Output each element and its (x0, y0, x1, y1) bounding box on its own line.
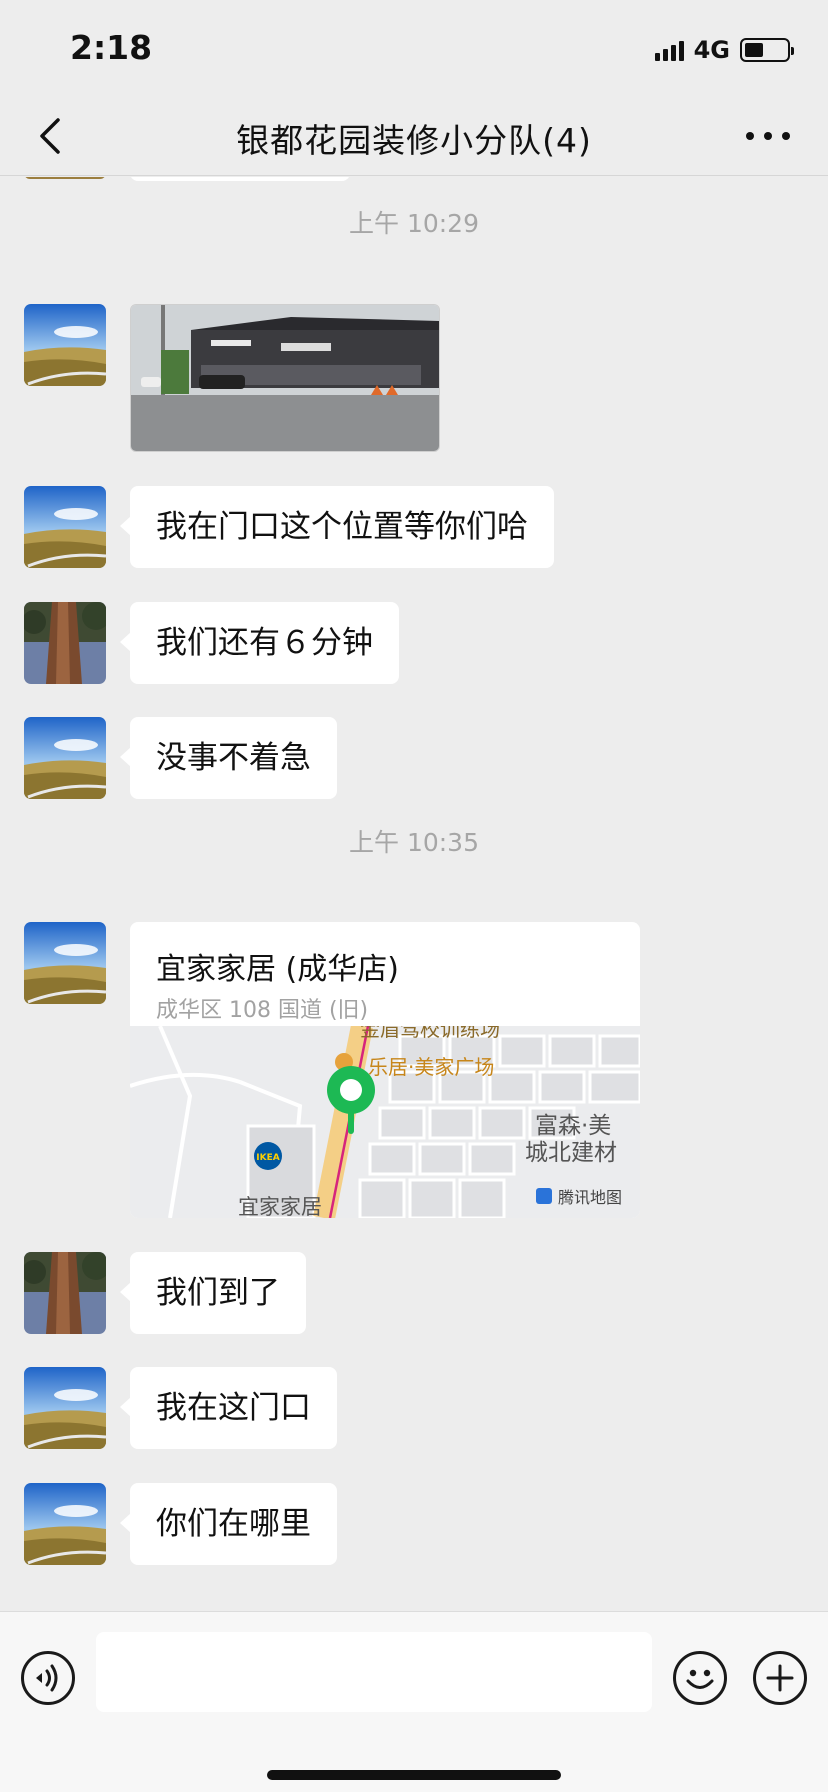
message-bubble[interactable]: 我在这门口 (120, 1367, 337, 1449)
voice-button[interactable] (21, 1651, 75, 1705)
message-bubble[interactable]: 我们还有６分钟 (120, 602, 399, 684)
emoji-button[interactable] (673, 1651, 727, 1705)
map-ikea-label: 宜家家居 (238, 1195, 322, 1218)
battery-icon (740, 38, 794, 62)
chat-title: 银都花园装修小分队(4) (236, 121, 592, 160)
status-bar: 2:18 4G (0, 0, 828, 96)
map-provider-label: 腾讯地图 (558, 1188, 622, 1207)
ikea-badge: IKEA (256, 1153, 279, 1163)
avatar[interactable] (24, 717, 106, 799)
more-actions-button[interactable] (753, 1651, 807, 1705)
map-label-east-1: 富森·美 (535, 1113, 611, 1139)
avatar (24, 177, 106, 179)
message-bubble[interactable]: 没事不着急 (120, 717, 337, 799)
plus-icon (766, 1664, 794, 1692)
emoji-icon (686, 1669, 714, 1689)
location-address: 成华区 108 国道 (旧) (156, 998, 369, 1023)
message-input[interactable] (96, 1632, 652, 1712)
avatar[interactable] (24, 486, 106, 568)
avatar[interactable] (24, 1252, 106, 1334)
home-indicator (267, 1770, 561, 1780)
avatar[interactable] (24, 1367, 106, 1449)
map-label-top: 金眉驾校训练场 (360, 1026, 500, 1041)
signal-icon (654, 39, 684, 61)
chat-screen: 2:18 4G 银都花园装修小分队(4) 上午 10:29 我在门口这个位置等你… (0, 0, 828, 1792)
voice-icon (36, 1664, 58, 1692)
timestamp: 上午 10:35 (349, 828, 479, 857)
battery-level (745, 43, 763, 57)
avatar[interactable] (24, 1483, 106, 1565)
avatar[interactable] (24, 602, 106, 684)
more-button[interactable] (746, 116, 790, 156)
landscape-avatar-image (24, 304, 106, 386)
more-dots-icon (746, 132, 754, 140)
timestamp: 上午 10:29 (349, 209, 479, 238)
message-bubble[interactable]: 我们到了 (120, 1252, 306, 1334)
tree-avatar-image (24, 602, 106, 684)
message-list[interactable]: 上午 10:29 我在门口这个位置等你们哈 我们还有６分钟 没事不着急 上午 1… (0, 177, 828, 1611)
location-title: 宜家家居 (成华店) (156, 952, 399, 987)
nav-bar: 银都花园装修小分队(4) (0, 96, 828, 176)
image-message[interactable] (130, 304, 440, 452)
message-bubble[interactable] (130, 177, 350, 181)
message-bubble[interactable]: 你们在哪里 (120, 1483, 337, 1565)
map-label-east-2: 城北建材 (525, 1140, 617, 1166)
network-type: 4G (693, 36, 730, 64)
status-time: 2:18 (70, 28, 153, 67)
status-indicators: 4G (654, 36, 794, 64)
avatar[interactable] (24, 922, 106, 1004)
store-photo (131, 305, 439, 451)
avatar[interactable] (24, 304, 106, 386)
location-map: 金眉驾校训练场 乐居·美家广场 IKEA 宜家家居 富森·美 城北建材 腾讯地图 (130, 1026, 640, 1218)
location-message[interactable]: 宜家家居 (成华店) 成华区 108 国道 (旧) 金眉驾校训练场 乐居·美家广… (130, 922, 640, 1218)
map-poi-label: 乐居·美家广场 (368, 1055, 494, 1079)
input-bar (0, 1611, 828, 1792)
message-bubble[interactable]: 我在门口这个位置等你们哈 (120, 486, 554, 568)
